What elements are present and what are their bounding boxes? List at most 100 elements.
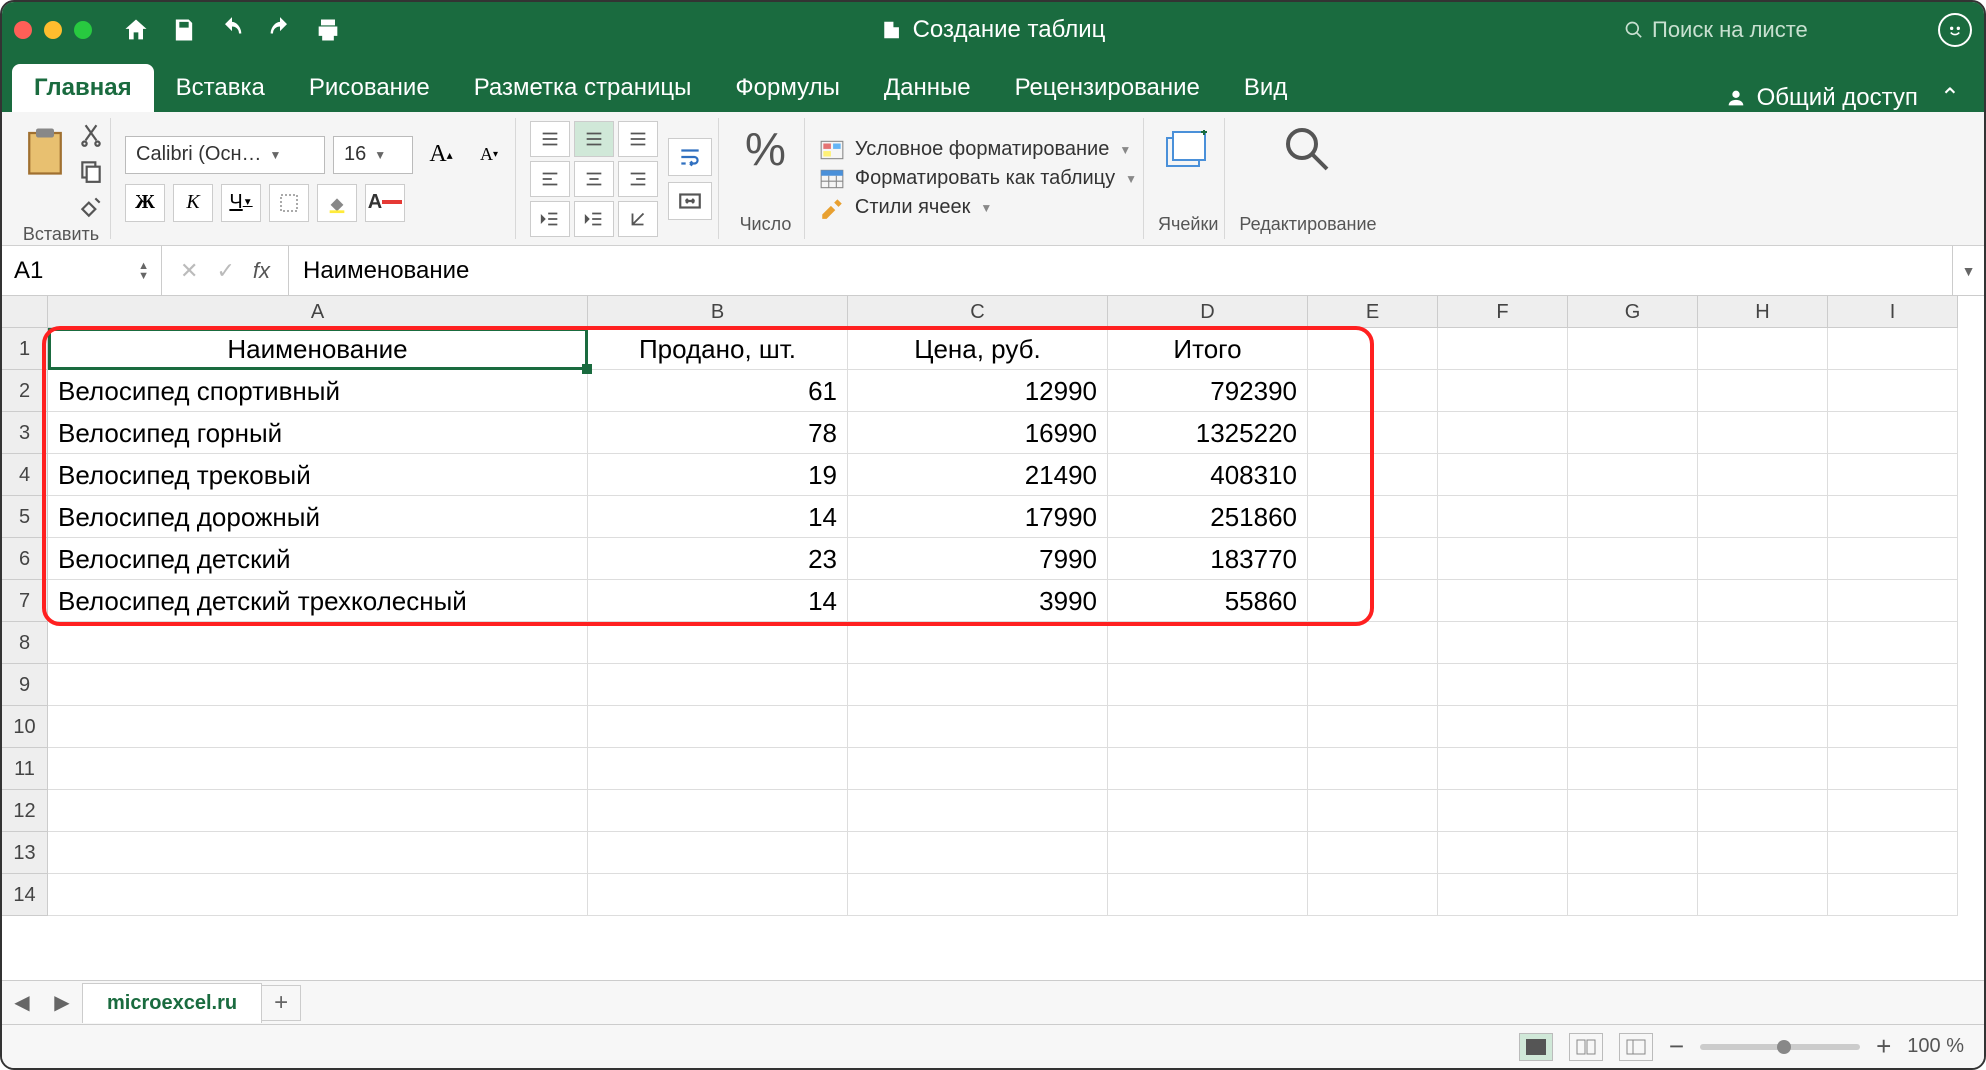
cell[interactable]: [848, 622, 1108, 664]
indent-increase[interactable]: [574, 201, 614, 237]
cell[interactable]: [588, 622, 848, 664]
underline-button[interactable]: Ч ▼: [221, 184, 261, 222]
cell[interactable]: [1568, 412, 1698, 454]
cell[interactable]: 792390: [1108, 370, 1308, 412]
cell[interactable]: [1568, 790, 1698, 832]
cell[interactable]: [1698, 832, 1828, 874]
conditional-formatting-button[interactable]: Условное форматирование▼: [819, 138, 1137, 161]
spreadsheet-grid[interactable]: ABCDEFGHI1НаименованиеПродано, шт.Цена, …: [2, 296, 1984, 980]
column-header[interactable]: D: [1108, 296, 1308, 328]
cell[interactable]: Итого: [1108, 328, 1308, 370]
cell[interactable]: 3990: [848, 580, 1108, 622]
cell[interactable]: [1698, 454, 1828, 496]
cell[interactable]: [1438, 538, 1568, 580]
cell[interactable]: [1698, 664, 1828, 706]
find-button[interactable]: [1280, 122, 1336, 183]
share-button[interactable]: Общий доступ: [1725, 84, 1926, 112]
row-header[interactable]: 6: [2, 538, 48, 580]
cut-icon[interactable]: [78, 122, 104, 148]
row-header[interactable]: 7: [2, 580, 48, 622]
home-icon[interactable]: [112, 6, 160, 54]
redo-icon[interactable]: [256, 6, 304, 54]
cell[interactable]: [1438, 496, 1568, 538]
cell[interactable]: [1108, 874, 1308, 916]
zoom-level[interactable]: 100 %: [1907, 1035, 1964, 1058]
cell[interactable]: [48, 790, 588, 832]
cell[interactable]: [1828, 664, 1958, 706]
select-all-corner[interactable]: [2, 296, 48, 328]
cell[interactable]: [1438, 454, 1568, 496]
cell[interactable]: [1568, 454, 1698, 496]
add-sheet-button[interactable]: +: [261, 985, 301, 1021]
column-header[interactable]: G: [1568, 296, 1698, 328]
borders-button[interactable]: [269, 184, 309, 222]
cell[interactable]: [48, 706, 588, 748]
fill-color-button[interactable]: [317, 184, 357, 222]
cell[interactable]: [1438, 412, 1568, 454]
save-icon[interactable]: [160, 6, 208, 54]
wrap-text-button[interactable]: [668, 138, 712, 176]
cell[interactable]: [1438, 874, 1568, 916]
cell[interactable]: [848, 748, 1108, 790]
cell[interactable]: [1698, 874, 1828, 916]
cell[interactable]: [1308, 706, 1438, 748]
cell[interactable]: [48, 748, 588, 790]
tab-insert[interactable]: Вставка: [154, 64, 287, 112]
font-size-combo[interactable]: 16▼: [333, 136, 413, 174]
cell[interactable]: [1438, 748, 1568, 790]
cell[interactable]: [1308, 664, 1438, 706]
cell[interactable]: [1308, 580, 1438, 622]
maximize-window-button[interactable]: [74, 21, 92, 39]
cell[interactable]: 251860: [1108, 496, 1308, 538]
align-top-center[interactable]: [574, 121, 614, 157]
cell[interactable]: [1568, 706, 1698, 748]
decrease-font-icon[interactable]: A▾: [469, 136, 509, 174]
cell[interactable]: [848, 706, 1108, 748]
cell[interactable]: [1108, 664, 1308, 706]
cell[interactable]: [1308, 412, 1438, 454]
cell[interactable]: [1828, 580, 1958, 622]
cell[interactable]: [1828, 790, 1958, 832]
cell[interactable]: 21490: [848, 454, 1108, 496]
cell[interactable]: [848, 790, 1108, 832]
cell[interactable]: [1568, 874, 1698, 916]
cell[interactable]: Велосипед дорожный: [48, 496, 588, 538]
cell[interactable]: [1828, 622, 1958, 664]
cell[interactable]: [1828, 538, 1958, 580]
cell[interactable]: [1698, 790, 1828, 832]
cell[interactable]: [1828, 706, 1958, 748]
cell[interactable]: [1308, 790, 1438, 832]
cell[interactable]: [1568, 328, 1698, 370]
cell[interactable]: Наименование: [48, 328, 588, 370]
font-color-button[interactable]: A: [365, 184, 405, 222]
cell[interactable]: 14: [588, 580, 848, 622]
cell[interactable]: [1698, 412, 1828, 454]
cell[interactable]: [1308, 328, 1438, 370]
italic-button[interactable]: К: [173, 184, 213, 222]
print-icon[interactable]: [304, 6, 352, 54]
feedback-icon[interactable]: [1938, 13, 1972, 47]
row-header[interactable]: 8: [2, 622, 48, 664]
row-header[interactable]: 14: [2, 874, 48, 916]
cell[interactable]: [48, 874, 588, 916]
cell[interactable]: [1308, 874, 1438, 916]
orientation-button[interactable]: [618, 201, 658, 237]
cell[interactable]: 16990: [848, 412, 1108, 454]
cell[interactable]: [1308, 496, 1438, 538]
undo-icon[interactable]: [208, 6, 256, 54]
cell[interactable]: [1568, 580, 1698, 622]
cell[interactable]: [1308, 454, 1438, 496]
cell[interactable]: [588, 664, 848, 706]
merge-button[interactable]: [668, 182, 712, 220]
cell[interactable]: [588, 706, 848, 748]
column-header[interactable]: F: [1438, 296, 1568, 328]
fx-button[interactable]: fx: [253, 258, 270, 284]
cell[interactable]: [1828, 748, 1958, 790]
name-box[interactable]: A1 ▲▼: [2, 246, 162, 295]
align-right[interactable]: [618, 161, 658, 197]
tab-review[interactable]: Рецензирование: [993, 64, 1222, 112]
cell[interactable]: [1568, 832, 1698, 874]
cell[interactable]: [1698, 538, 1828, 580]
cell[interactable]: [1308, 832, 1438, 874]
paste-button[interactable]: [18, 122, 72, 180]
